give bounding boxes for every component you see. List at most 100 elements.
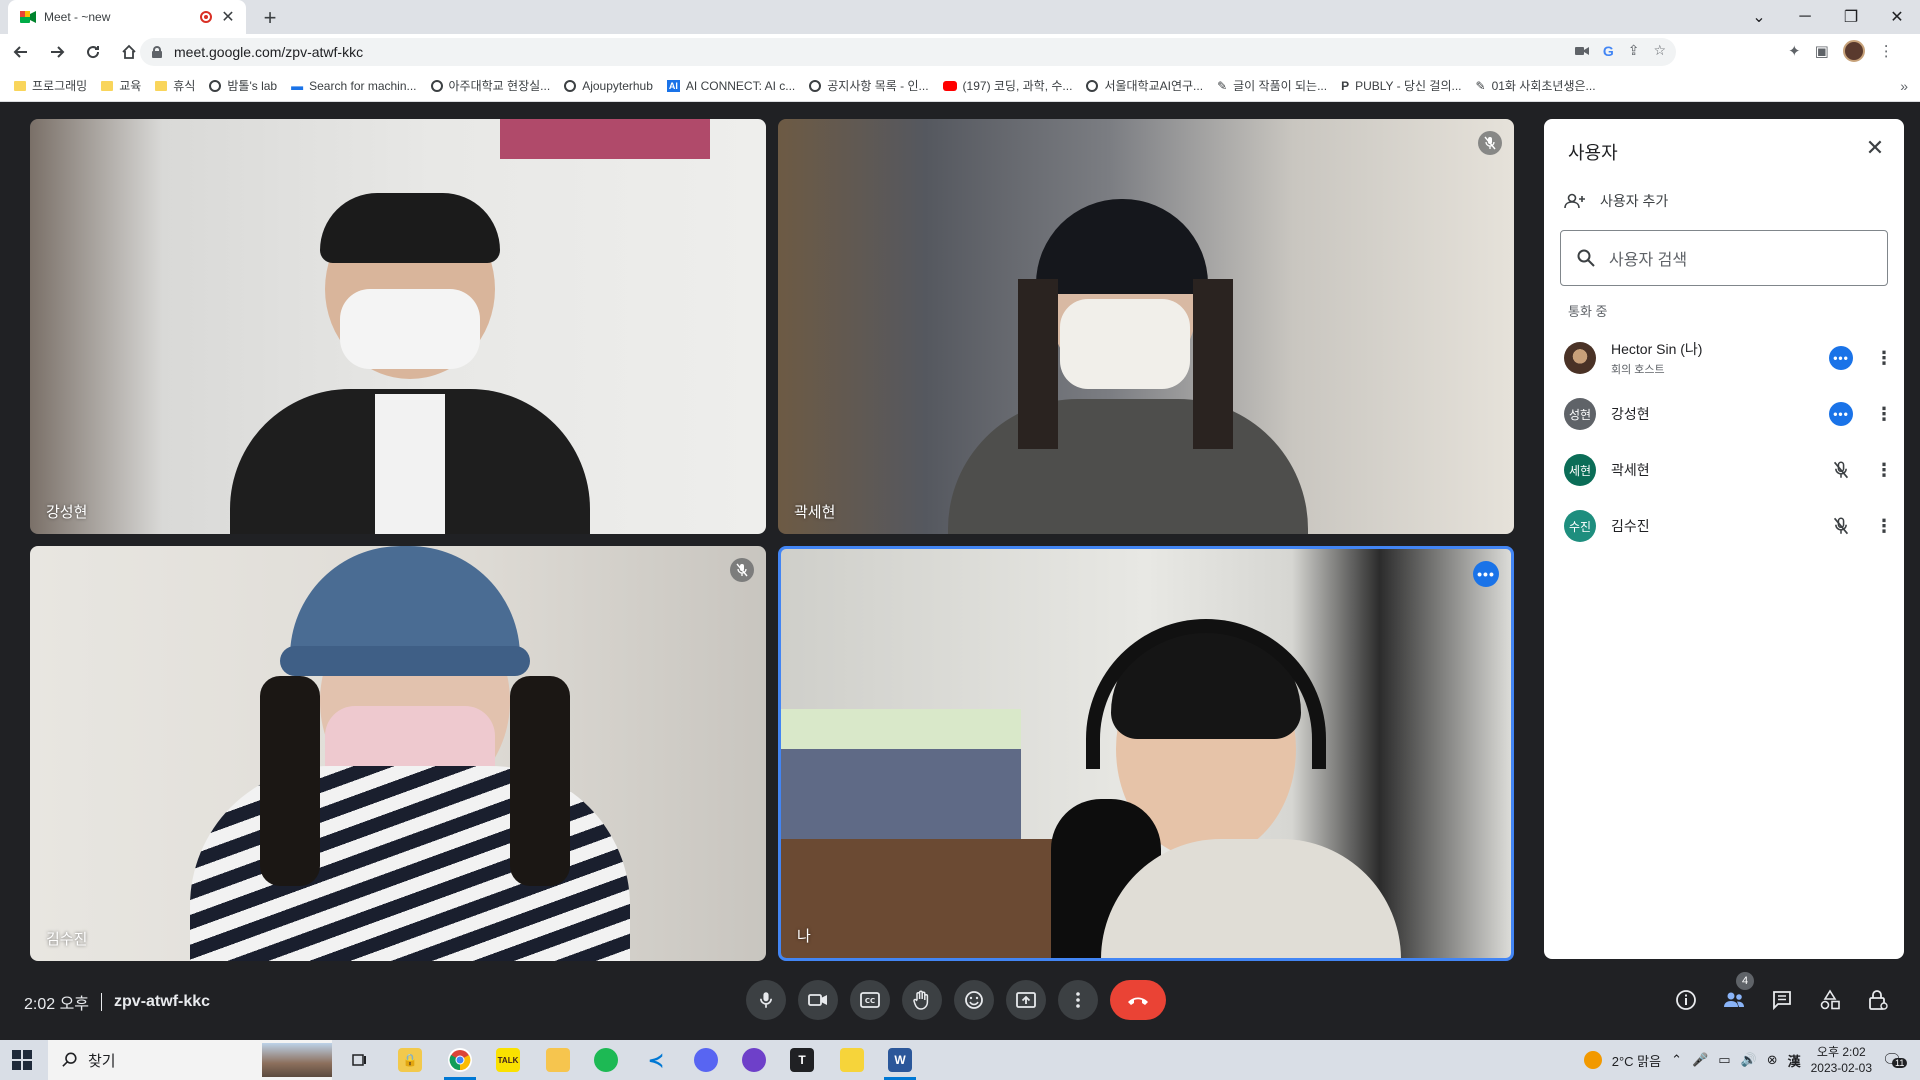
folder-icon <box>155 80 168 91</box>
taskbar-clock[interactable]: 오후 2:02 2023-02-03 <box>1811 1044 1872 1076</box>
emoji-reaction-button[interactable] <box>954 980 994 1020</box>
notification-center-icon[interactable]: 🗨 11 <box>1882 1050 1908 1070</box>
network-icon[interactable]: ▭ <box>1718 1052 1730 1068</box>
microphone-tray-icon[interactable]: 🎤 <box>1692 1052 1708 1068</box>
microphone-button[interactable] <box>746 980 786 1020</box>
side-panel-icon[interactable]: ▣ <box>1815 42 1829 60</box>
spotify-icon[interactable] <box>594 1048 618 1072</box>
task-view-icon[interactable] <box>348 1048 372 1072</box>
word-icon[interactable]: W <box>888 1048 912 1072</box>
taskbar-search[interactable]: 찾기 <box>48 1040 332 1080</box>
discord-icon[interactable] <box>694 1048 718 1072</box>
chrome-taskbar-icon[interactable] <box>448 1048 472 1072</box>
tray-status-icon[interactable]: ⊗ <box>1767 1052 1778 1068</box>
captions-button[interactable]: CC <box>850 980 890 1020</box>
bookmark-item[interactable]: 서울대학교AI연구... <box>1086 77 1203 94</box>
volume-icon[interactable]: 🔊 <box>1741 1052 1757 1068</box>
raise-hand-button[interactable] <box>902 980 942 1020</box>
lock-icon[interactable] <box>152 46 162 58</box>
tab-search-icon[interactable]: ⌄ <box>1736 0 1782 34</box>
mic-off-icon <box>1833 461 1849 479</box>
end-call-button[interactable] <box>1110 980 1166 1020</box>
typora-icon[interactable]: T <box>790 1048 814 1072</box>
weather-sun-icon[interactable] <box>1583 1051 1602 1069</box>
camera-in-use-icon[interactable] <box>1574 43 1589 59</box>
bookmark-item[interactable]: 휴식 <box>155 77 195 94</box>
bookmark-item[interactable]: AI AI CONNECT: AI c... <box>666 79 795 93</box>
add-people-button[interactable]: 사용자 추가 <box>1564 191 1668 211</box>
more-options-icon[interactable]: ⋮ <box>1874 460 1894 481</box>
close-window-button[interactable]: ✕ <box>1874 0 1920 34</box>
bookmark-item[interactable]: (197) 코딩, 과학, 수... <box>942 77 1072 94</box>
github-icon[interactable] <box>742 1048 766 1072</box>
bookmark-item[interactable]: 아주대학교 현장실... <box>430 77 550 94</box>
meeting-details-button[interactable] <box>1672 986 1700 1014</box>
participant-video <box>948 199 1308 534</box>
address-bar[interactable]: meet.google.com/zpv-atwf-kkc G ⇪ ☆ <box>140 38 1676 66</box>
speaking-indicator-icon: ••• <box>1473 561 1499 587</box>
bookmark-item[interactable]: ✎ 글이 작품이 되는... <box>1217 77 1327 94</box>
more-vert-icon <box>1076 992 1080 1008</box>
bookmark-item[interactable]: ✎ 01화 사회초년생은... <box>1476 77 1596 94</box>
raise-hand-icon <box>913 990 929 1010</box>
close-panel-icon[interactable]: ✕ <box>1862 135 1888 161</box>
browser-tab[interactable]: Meet - ~new ✕ <box>8 0 246 34</box>
bookmark-item[interactable]: P PUBLY - 당신 걸의... <box>1341 77 1461 94</box>
google-translate-icon[interactable]: G <box>1603 43 1614 59</box>
restore-button[interactable]: ❐ <box>1828 0 1874 34</box>
weather-text[interactable]: 2°C 맑음 <box>1612 1051 1661 1070</box>
globe-icon <box>209 79 222 92</box>
tab-close-icon[interactable]: ✕ <box>220 7 236 27</box>
forward-button[interactable] <box>42 37 72 67</box>
participant-video <box>190 546 630 961</box>
avatar: 세현 <box>1564 454 1596 486</box>
publy-icon: P <box>1341 78 1350 93</box>
more-options-icon[interactable]: ⋮ <box>1874 404 1894 425</box>
vscode-icon[interactable]: ≺ <box>644 1048 668 1072</box>
new-tab-button[interactable]: + <box>258 5 282 31</box>
bookmark-star-icon[interactable]: ☆ <box>1653 42 1666 59</box>
more-options-icon[interactable]: ⋮ <box>1874 348 1894 369</box>
recording-indicator-icon <box>200 11 212 23</box>
participant-row[interactable]: 성현 강성현 ••• ⋮ <box>1564 394 1894 434</box>
bookmark-item[interactable]: 프로그래밍 <box>14 77 87 94</box>
participant-row[interactable]: 세현 곽세현 ⋮ <box>1564 450 1894 490</box>
bookmark-item[interactable]: Ajoupyterhub <box>564 79 653 93</box>
bookmarks-overflow-icon[interactable]: » <box>1900 78 1908 94</box>
participant-list-name: 곽세현 <box>1611 462 1650 478</box>
chrome-menu-icon[interactable]: ⋮ <box>1879 42 1894 60</box>
kakao-safer-icon[interactable]: 🔒 <box>398 1048 422 1072</box>
chat-button[interactable] <box>1768 986 1796 1014</box>
more-options-icon[interactable]: ⋮ <box>1874 516 1894 537</box>
participant-tile[interactable]: 강성현 <box>30 119 766 534</box>
sticky-notes-icon[interactable] <box>840 1048 864 1072</box>
back-button[interactable] <box>6 37 36 67</box>
more-options-button[interactable] <box>1058 980 1098 1020</box>
participant-row[interactable]: Hector Sin (나) 회의 호스트 ••• ⋮ <box>1564 338 1894 378</box>
start-button[interactable] <box>12 1050 32 1070</box>
people-button[interactable] <box>1720 986 1748 1014</box>
bookmark-item[interactable]: ▬ Search for machin... <box>291 79 416 93</box>
people-search-input[interactable]: 사용자 검색 <box>1560 230 1888 286</box>
file-explorer-icon[interactable] <box>546 1048 570 1072</box>
participant-list-name: Hector Sin (나) <box>1611 341 1703 357</box>
bookmark-item[interactable]: 공지사항 목록 - 인... <box>809 77 929 94</box>
kakaotalk-icon[interactable]: TALK <box>496 1048 520 1072</box>
minimize-button[interactable]: ─ <box>1782 0 1828 34</box>
activities-button[interactable] <box>1816 986 1844 1014</box>
participant-tile-self[interactable]: 나 ••• <box>778 546 1514 961</box>
tray-overflow-icon[interactable]: ⌃ <box>1671 1052 1682 1068</box>
reload-button[interactable] <box>78 37 108 67</box>
camera-button[interactable] <box>798 980 838 1020</box>
ime-icon[interactable]: 漢 <box>1788 1051 1801 1070</box>
bookmark-item[interactable]: 교육 <box>101 77 141 94</box>
present-screen-button[interactable] <box>1006 980 1046 1020</box>
participant-tile[interactable]: 곽세현 <box>778 119 1514 534</box>
bookmark-item[interactable]: 밤톨's lab <box>209 77 277 94</box>
profile-avatar[interactable] <box>1842 40 1865 62</box>
participant-row[interactable]: 수진 김수진 ⋮ <box>1564 506 1894 546</box>
participant-tile[interactable]: 김수진 <box>30 546 766 961</box>
extensions-puzzle-icon[interactable]: ✦ <box>1788 42 1801 60</box>
host-controls-button[interactable] <box>1864 986 1892 1014</box>
share-icon[interactable]: ⇪ <box>1628 42 1640 59</box>
